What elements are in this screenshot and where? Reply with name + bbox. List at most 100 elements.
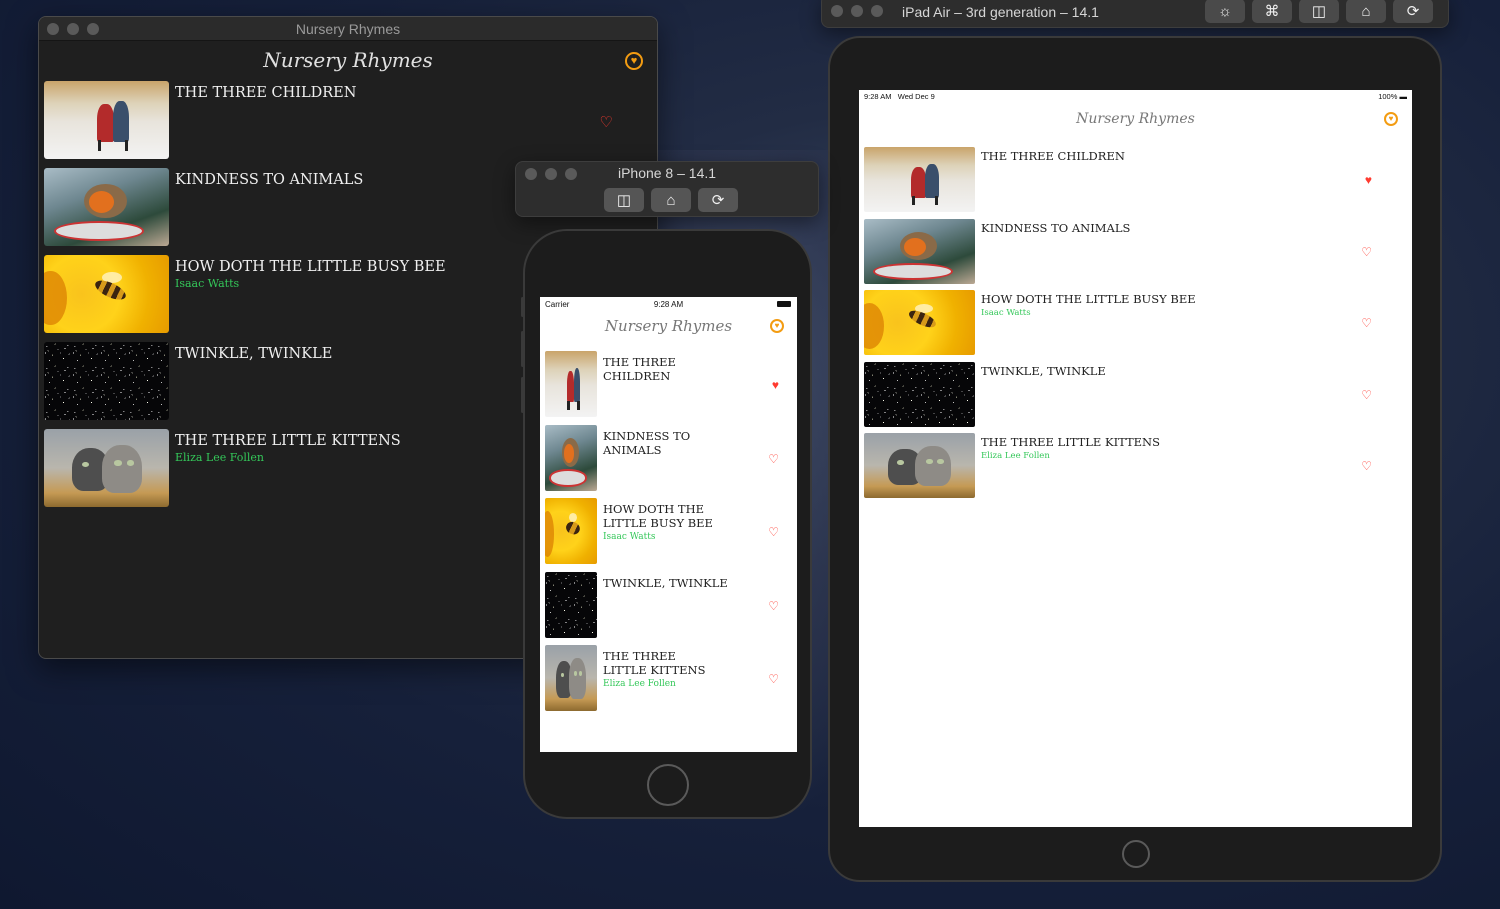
rhyme-author: Isaac Watts: [603, 532, 656, 542]
zoom-window-button[interactable]: [871, 5, 883, 17]
rhyme-row[interactable]: HOW DOTH THE LITTLE BUSY BEE Isaac Watts…: [540, 498, 797, 572]
home-icon[interactable]: ⌂: [1346, 0, 1386, 23]
brightness-icon[interactable]: ☼: [1205, 0, 1245, 23]
status-bar: Carrier 9:28 AM: [540, 297, 797, 311]
screenshot-icon[interactable]: ◫: [604, 188, 644, 212]
heart-outline-icon[interactable]: ♡: [768, 673, 779, 685]
rhyme-title: THE THREE LITTLE KITTENS: [981, 435, 1160, 449]
heart-filled-icon[interactable]: ♥: [1365, 174, 1372, 186]
iphone-screen: Carrier 9:28 AM Nursery Rhymes ♥ THE THR…: [540, 297, 797, 752]
rhyme-author: Isaac Watts: [175, 277, 240, 290]
rhyme-row[interactable]: THE THREE CHILDREN ♥: [859, 147, 1412, 219]
rhyme-row[interactable]: TWINKLE, TWINKLE ♡: [540, 571, 797, 646]
rhyme-author: Eliza Lee Follen: [175, 451, 265, 464]
heart-outline-icon[interactable]: ♡: [768, 526, 779, 538]
status-time: 9:28 AM: [864, 92, 892, 101]
bee-thumbnail: [44, 255, 169, 333]
rhyme-title: KINDNESS TO ANIMALS: [981, 220, 1131, 235]
stars-thumbnail: [864, 361, 975, 427]
ipad-device: 9:28 AM Wed Dec 9 100% ▬ Nursery Rhymes …: [828, 36, 1442, 882]
rhyme-title: THE THREE CHILDREN: [981, 149, 1125, 163]
stars-thumbnail: [44, 342, 169, 420]
screenshot-icon[interactable]: ◫: [1299, 0, 1339, 23]
minimize-window-button[interactable]: [851, 5, 863, 17]
favorites-heart-button[interactable]: ♥: [1384, 112, 1398, 126]
rhyme-author: Isaac Watts: [981, 308, 1031, 318]
app-logo-title: Nursery Rhymes: [604, 317, 733, 335]
battery-indicator: 100% ▬: [1378, 92, 1407, 101]
rhyme-title: TWINKLE, TWINKLE: [603, 575, 728, 590]
robin-thumbnail: [44, 168, 169, 246]
heart-outline-icon[interactable]: ♡: [1361, 317, 1372, 329]
rotate-icon[interactable]: ⟳: [698, 188, 738, 212]
rhyme-row[interactable]: HOW DOTH THE LITTLE BUSY BEE Isaac Watts…: [859, 290, 1412, 362]
robin-thumbnail: [545, 424, 597, 491]
command-icon[interactable]: ⌘: [1252, 0, 1292, 23]
rhyme-row[interactable]: THE THREE CHILDREN ♡: [39, 81, 657, 168]
traffic-lights: [831, 5, 883, 17]
rhyme-row[interactable]: THE THREE CHILDREN ♥: [540, 351, 797, 425]
rhyme-title: THE THREE LITTLE KITTENS: [175, 433, 401, 449]
rhyme-title: THE THREE LITTLE KITTENS: [603, 649, 706, 677]
favorites-heart-button[interactable]: ♥: [625, 52, 643, 70]
iphone-simulator-toolbar: iPhone 8 – 14.1 ◫ ⌂ ⟳: [515, 161, 819, 217]
rhyme-title: HOW DOTH THE LITTLE BUSY BEE: [175, 259, 446, 275]
rhyme-title: THE THREE CHILDREN: [175, 85, 357, 101]
heart-outline-icon[interactable]: ♡: [1361, 246, 1372, 258]
simulator-title: iPad Air – 3rd generation – 14.1: [902, 4, 1099, 20]
rhyme-title: TWINKLE, TWINKLE: [175, 346, 333, 362]
rhyme-row[interactable]: KINDNESS TO ANIMALS ♡: [859, 218, 1412, 291]
rhyme-row[interactable]: THE THREE LITTLE KITTENS Eliza Lee Folle…: [540, 645, 797, 719]
children-thumbnail: [864, 147, 975, 212]
battery-icon: [777, 301, 791, 307]
rhyme-title: HOW DOTH THE LITTLE BUSY BEE: [981, 292, 1196, 306]
volume-up-button: [521, 331, 524, 367]
robin-thumbnail: [864, 218, 975, 284]
kittens-thumbnail: [44, 429, 169, 507]
status-time: 9:28 AM: [653, 300, 684, 309]
rhyme-row[interactable]: TWINKLE, TWINKLE ♡: [859, 361, 1412, 434]
bee-thumbnail: [545, 498, 597, 564]
stars-thumbnail: [545, 571, 597, 638]
ipad-home-button[interactable]: [1122, 840, 1150, 868]
heart-outline-icon[interactable]: ♡: [1361, 460, 1372, 472]
heart-outline-icon[interactable]: ♡: [768, 453, 779, 465]
volume-down-button: [521, 377, 524, 413]
rhyme-author: Eliza Lee Follen: [603, 679, 676, 689]
rhyme-row[interactable]: THE THREE LITTLE KITTENS Eliza Lee Folle…: [859, 433, 1412, 505]
ipad-simulator-toolbar: iPad Air – 3rd generation – 14.1 ☼ ⌘ ◫ ⌂…: [821, 0, 1449, 28]
heart-outline-icon[interactable]: ♡: [1361, 389, 1372, 401]
rhyme-title: TWINKLE, TWINKLE: [981, 363, 1106, 378]
status-date: Wed Dec 9: [897, 92, 935, 101]
simulator-title: iPhone 8 – 14.1: [617, 165, 717, 181]
heart-icon: ♥: [630, 54, 638, 67]
iphone-home-button[interactable]: [647, 764, 689, 806]
app-logo-title: Nursery Rhymes: [263, 48, 433, 72]
rotate-icon[interactable]: ⟳: [1393, 0, 1433, 23]
close-window-button[interactable]: [831, 5, 843, 17]
children-thumbnail: [545, 351, 597, 417]
status-bar: 9:28 AM Wed Dec 9 100% ▬: [859, 90, 1412, 103]
heart-icon: ♥: [1388, 114, 1394, 123]
kittens-thumbnail: [545, 645, 597, 711]
rhyme-author: Eliza Lee Follen: [981, 451, 1050, 461]
heart-filled-icon[interactable]: ♥: [772, 379, 779, 391]
heart-icon: ♥: [774, 321, 780, 330]
mute-switch: [521, 297, 524, 317]
iphone-device: Carrier 9:28 AM Nursery Rhymes ♥ THE THR…: [521, 229, 812, 819]
kittens-thumbnail: [864, 433, 975, 498]
rhyme-row[interactable]: KINDNESS TO ANIMALS ♡: [540, 424, 797, 499]
app-logo-title: Nursery Rhymes: [1076, 111, 1195, 127]
window-titlebar: Nursery Rhymes: [39, 17, 657, 41]
rhyme-title: THE THREE CHILDREN: [603, 355, 676, 383]
favorites-heart-button[interactable]: ♥: [770, 319, 784, 333]
home-icon[interactable]: ⌂: [651, 188, 691, 212]
window-title: Nursery Rhymes: [295, 21, 401, 37]
rhyme-title: HOW DOTH THE LITTLE BUSY BEE: [603, 502, 713, 530]
bee-thumbnail: [864, 290, 975, 355]
heart-outline-icon[interactable]: ♡: [768, 600, 779, 612]
rhyme-title: KINDNESS TO ANIMALS: [603, 428, 691, 457]
heart-outline-icon[interactable]: ♡: [600, 115, 613, 130]
rhyme-title: KINDNESS TO ANIMALS: [175, 172, 364, 188]
ipad-screen: 9:28 AM Wed Dec 9 100% ▬ Nursery Rhymes …: [859, 90, 1412, 827]
